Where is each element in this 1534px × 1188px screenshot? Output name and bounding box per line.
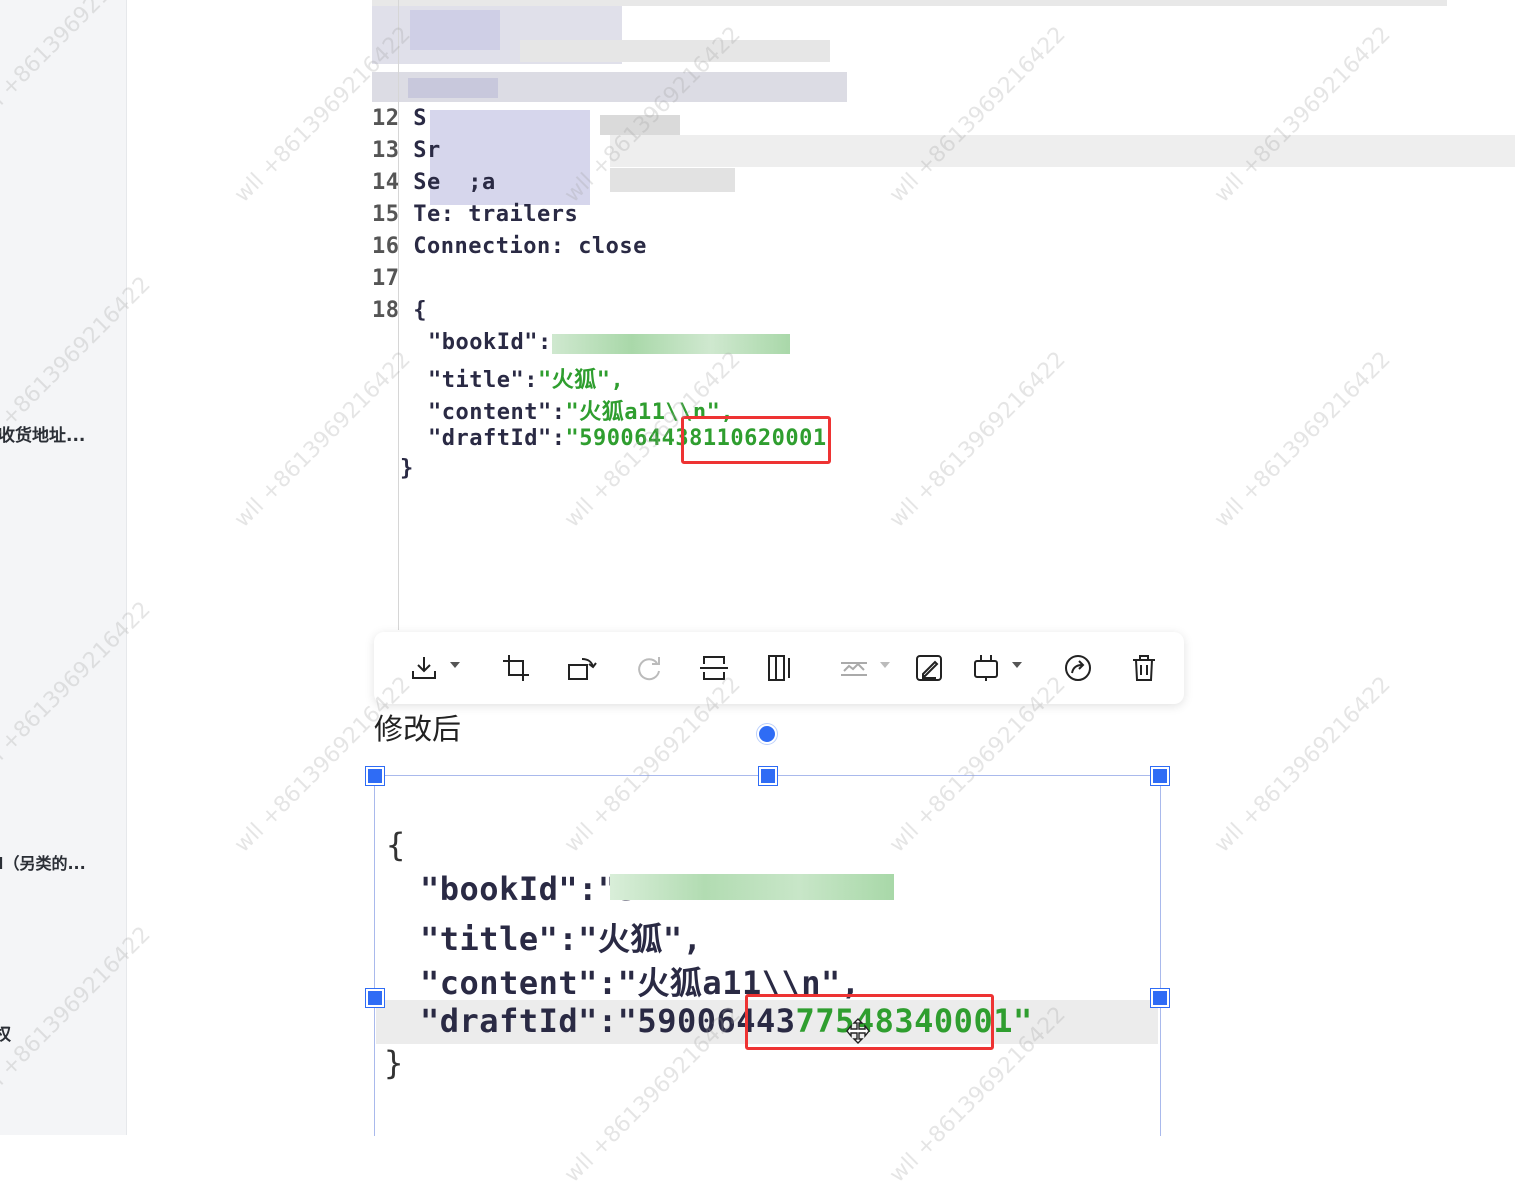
json-key: "bookId":"3 [420, 870, 638, 908]
share-button[interactable] [1060, 650, 1096, 686]
flip-vertical-icon [700, 656, 728, 680]
blur-region [552, 334, 790, 354]
line-number: 18 [372, 298, 400, 323]
sidebar: 收货地址... d（另类的... 权 [0, 0, 127, 1135]
blur-region [600, 115, 680, 135]
json-key: "draftId": [428, 426, 566, 451]
watermark: wll +8613969216422 [230, 346, 416, 533]
delete-icon [1133, 655, 1155, 681]
blur-region [610, 168, 735, 192]
blur-region [520, 40, 830, 62]
resize-handle-right[interactable] [1151, 989, 1169, 1007]
watermark: wll +8613969216422 [1210, 346, 1396, 533]
json-close-brace: } [384, 1044, 404, 1082]
json-line-bookid: "bookId":"3 [420, 870, 637, 908]
json-key-bookid: "bookId": [428, 330, 552, 355]
crop-button[interactable] [498, 650, 534, 686]
json-value: "火狐", [537, 368, 625, 393]
json-line-title: "title":"火狐", [420, 914, 702, 960]
sidebar-item-alt[interactable]: d（另类的... [0, 850, 86, 874]
redo-icon [638, 657, 660, 681]
code-text: Sr [413, 138, 441, 163]
rotate-button[interactable] [564, 650, 600, 686]
image-adjust-button[interactable] [836, 650, 872, 686]
resize-handle-top-left[interactable] [366, 767, 384, 785]
edit-icon [916, 655, 942, 681]
json-value: "59006443 [565, 426, 690, 451]
json-line-title: "title":"火狐", [428, 362, 624, 394]
code-text: S [413, 106, 427, 131]
chevron-down-icon[interactable] [1012, 662, 1022, 668]
image-adjust-icon [841, 662, 867, 676]
code-line-17: 17 [372, 266, 413, 291]
code-line-18: 18 { [372, 298, 427, 323]
move-cursor-icon [845, 1018, 871, 1048]
rotate-handle[interactable] [757, 724, 777, 744]
sidebar-item-address[interactable]: 收货地址... [0, 421, 85, 446]
crop-icon [503, 655, 529, 681]
code-line-15: 15 Te: trailers [372, 202, 578, 227]
watermark: wll +8613969216422 [885, 21, 1071, 208]
resize-handle-top[interactable] [759, 767, 777, 785]
line-number: 12 [372, 106, 400, 131]
chevron-down-icon[interactable] [450, 662, 460, 668]
download-button[interactable] [406, 650, 442, 686]
blur-region [410, 10, 500, 50]
line-number: 15 [372, 202, 400, 227]
flip-horizontal-icon [768, 655, 790, 681]
redo-button[interactable] [630, 650, 666, 686]
blur-region [610, 874, 894, 900]
rotate-icon [568, 658, 597, 680]
download-icon [412, 657, 436, 679]
code-line-14: 14 Se ;a [372, 170, 496, 195]
watermark: wll +8613969216422 [885, 346, 1071, 533]
json-key: "title": [428, 368, 538, 393]
code-line-12: 12 S [372, 106, 427, 131]
flip-horizontal-button[interactable] [762, 650, 798, 686]
flip-vertical-button[interactable] [696, 650, 732, 686]
code-text: Connection: close [413, 234, 647, 259]
code-text: Se ;a [413, 170, 496, 195]
frame-button[interactable] [968, 650, 1004, 686]
line-number: 14 [372, 170, 400, 195]
chevron-down-icon[interactable] [880, 662, 890, 668]
line-number: 17 [372, 266, 400, 291]
line-number: 16 [372, 234, 400, 259]
edit-button[interactable] [911, 650, 947, 686]
image-toolbar [374, 632, 1184, 704]
line-number: 13 [372, 138, 400, 163]
resize-handle-top-right[interactable] [1151, 767, 1169, 785]
highlight-box [681, 416, 831, 464]
code-line-16: 16 Connection: close [372, 234, 647, 259]
watermark: wll +8613969216422 [1210, 671, 1396, 858]
resize-handle-left[interactable] [366, 989, 384, 1007]
json-key-value: "title":"火狐", [420, 920, 703, 958]
json-key-value: "draftId":"59006443 [420, 1002, 796, 1040]
watermark: wll +8613969216422 [1210, 21, 1396, 208]
caption-after-modification: 修改后 [374, 712, 462, 746]
json-open-brace: { [386, 826, 406, 864]
blur-region [610, 135, 1515, 167]
code-text: { [413, 298, 427, 323]
code-line-13: 13 Sr [372, 138, 441, 163]
share-icon [1065, 655, 1091, 681]
frame-icon [974, 655, 998, 681]
blur-region [408, 78, 498, 98]
code-text: Te: trailers [413, 202, 579, 227]
sidebar-item-permission[interactable]: 权 [0, 1020, 11, 1045]
json-close-brace: } [400, 456, 414, 481]
delete-button[interactable] [1126, 650, 1162, 686]
json-key: "content": [428, 400, 566, 425]
